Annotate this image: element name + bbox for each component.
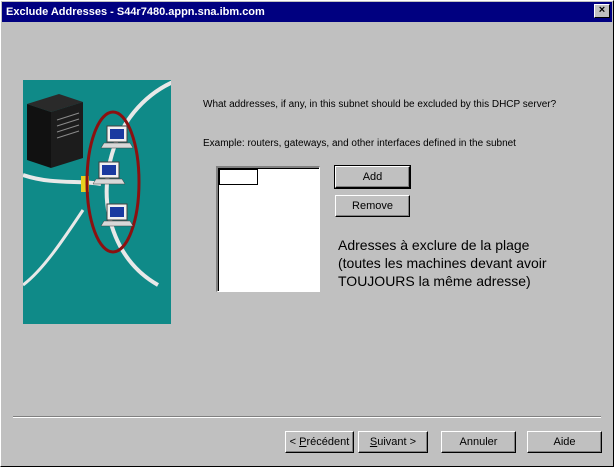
workstation-icon (100, 125, 134, 149)
exclusion-prompt: What addresses, if any, in this subnet s… (203, 99, 557, 110)
workstation-icon (92, 161, 126, 185)
help-button-label: Aide (553, 436, 576, 448)
annotation-line: TOUJOURS la même adresse) (338, 273, 531, 289)
back-label: récédent (306, 436, 350, 448)
window-title: Exclude Addresses - S44r7480.appn.sna.ib… (6, 6, 265, 18)
cancel-button[interactable]: Annuler (441, 431, 516, 453)
footer-divider (13, 416, 601, 418)
annotation-line: Adresses à exclure de la plage (338, 237, 530, 253)
network-illustration (23, 80, 171, 324)
back-button[interactable]: < Précédent (285, 431, 354, 453)
back-mnemonic: P (299, 436, 307, 448)
remove-button[interactable]: Remove (335, 195, 410, 217)
network-cable-lower (23, 209, 85, 287)
next-label: uivant > (377, 436, 417, 448)
back-prefix: < (289, 436, 300, 448)
dialog-window: Exclude Addresses - S44r7480.appn.sna.ib… (0, 0, 614, 467)
excluded-address-list[interactable] (216, 166, 320, 292)
add-button[interactable]: Add (334, 165, 411, 189)
title-bar[interactable]: Exclude Addresses - S44r7480.appn.sna.ib… (2, 2, 612, 22)
address-entry-field[interactable] (219, 169, 258, 185)
add-button-label: Add (362, 171, 383, 183)
next-button[interactable]: Suivant > (358, 431, 428, 453)
annotation-line: (toutes les machines devant avoir (338, 255, 547, 271)
help-button[interactable]: Aide (527, 431, 602, 453)
example-hint: Example: routers, gateways, and other in… (203, 138, 516, 149)
network-diagram-graphic (23, 80, 171, 287)
remove-button-label: Remove (352, 200, 393, 212)
server-icon (27, 94, 83, 168)
close-icon: × (598, 4, 606, 16)
annotation-note: Adresses à exclure de la plage (toutes l… (338, 236, 603, 290)
network-cable-branch (23, 173, 102, 186)
close-button[interactable]: × (594, 4, 610, 18)
cancel-button-label: Annuler (459, 436, 498, 448)
